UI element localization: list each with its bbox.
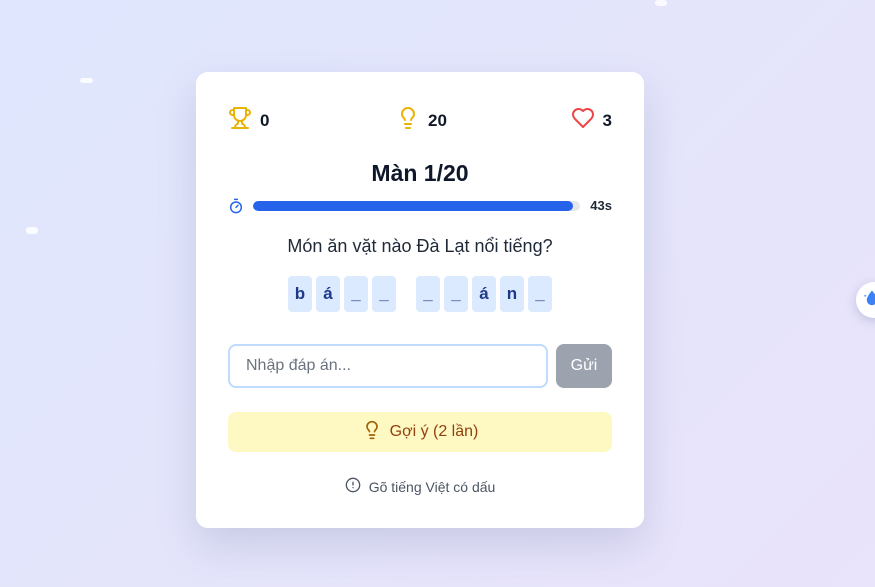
letter-tile: _ [416, 276, 440, 312]
submit-button[interactable]: Gửi [556, 344, 612, 388]
background-speck [26, 227, 38, 234]
alert-circle-icon [345, 477, 361, 496]
score-value: 0 [260, 110, 270, 130]
heart-icon [571, 106, 595, 135]
trophy-icon [228, 106, 252, 135]
question-text: Món ăn vặt nào Đà Lạt nổi tiếng? [287, 236, 553, 256]
hint-button[interactable]: Gợi ý (2 lần) [228, 412, 612, 452]
lightbulb-icon [396, 106, 420, 135]
game-card: 0 20 3 Màn 1/20 43s Món ăn vặt nào Đà Lạ… [196, 72, 644, 528]
hints-stat: 20 [396, 106, 447, 135]
timer: 43s [228, 196, 612, 216]
level-title: Màn 1/20 [371, 160, 469, 186]
floating-action-button[interactable] [856, 282, 875, 318]
lives-stat: 3 [571, 106, 612, 135]
letter-tile: _ [444, 276, 468, 312]
stopwatch-icon [228, 198, 244, 219]
letter-tile: _ [372, 276, 396, 312]
timer-progress-bar [253, 201, 580, 211]
hints-value: 20 [428, 110, 447, 130]
lives-value: 3 [602, 110, 612, 130]
input-note: Gõ tiếng Việt có dấu [196, 477, 644, 496]
answer-input[interactable] [228, 344, 548, 388]
hint-button-label: Gợi ý (2 lần) [389, 423, 479, 440]
answer-tiles: b á _ _ _ _ á n _ [196, 276, 644, 312]
water-drop-icon [863, 289, 875, 312]
score-stat: 0 [228, 106, 269, 135]
timer-progress-fill [253, 201, 574, 211]
tile-space [400, 276, 412, 312]
stats-bar: 0 20 3 [228, 106, 612, 132]
background-speck [655, 0, 667, 6]
letter-tile: _ [344, 276, 368, 312]
letter-tile: _ [528, 276, 552, 312]
letter-tile: n [500, 276, 524, 312]
letter-tile: b [288, 276, 312, 312]
lightbulb-icon [362, 420, 382, 445]
letter-tile: á [316, 276, 340, 312]
background-speck [80, 78, 93, 83]
timer-text: 43s [590, 198, 612, 213]
letter-tile: á [472, 276, 496, 312]
input-note-text: Gõ tiếng Việt có dấu [368, 478, 496, 495]
